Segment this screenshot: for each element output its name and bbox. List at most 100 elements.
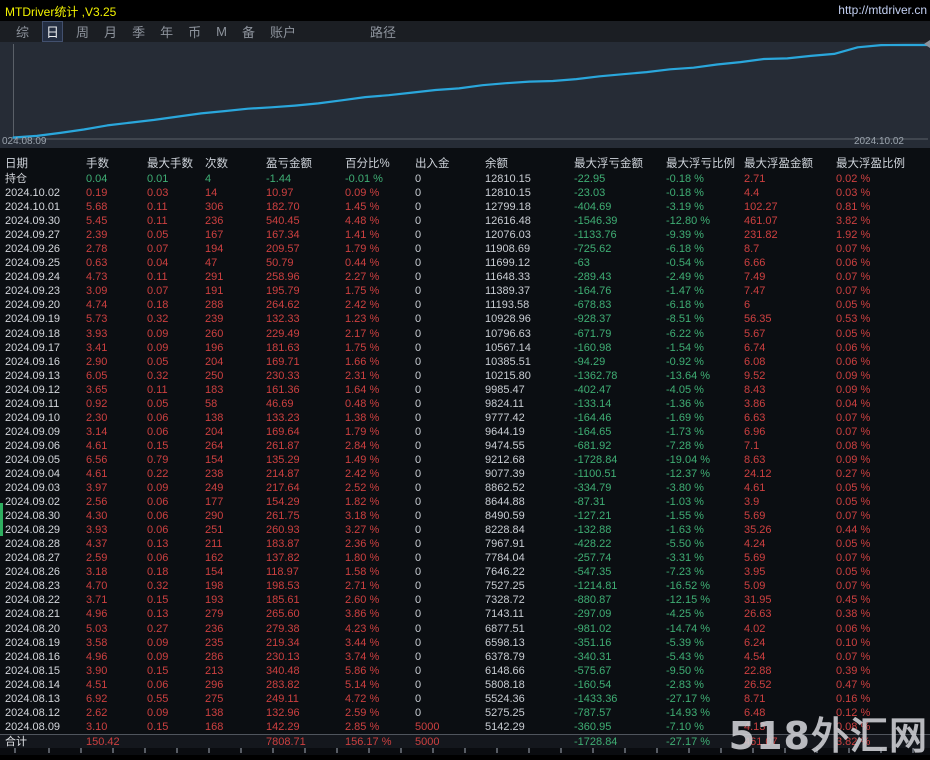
table-row[interactable]: 2024.09.10 2.30 0.06 138 133.23 1.38 % 0 9777.4… — [0, 411, 930, 425]
cell: 4.23 % — [345, 622, 380, 635]
table-row[interactable]: 2024.09.06 4.61 0.15 264 261.87 2.84 % 0 9474.5… — [0, 439, 930, 453]
cell: -6.22 % — [666, 327, 704, 340]
table-row[interactable]: 2024.09.03 3.97 0.09 249 217.64 2.52 % 0 8862.5… — [0, 481, 930, 495]
col-header-balance[interactable]: 余额 — [485, 156, 574, 172]
table-row[interactable]: 2024.09.13 6.05 0.32 250 230.33 2.31 % 0 10215.… — [0, 369, 930, 383]
table-row[interactable]: 2024.10.01 5.68 0.11 306 182.70 1.45 % 0 12799.… — [0, 200, 930, 214]
table-row[interactable]: 2024.09.20 4.74 0.18 288 264.62 2.42 % 0 11193.… — [0, 298, 930, 312]
cell: 306 — [205, 201, 224, 214]
table-row[interactable]: 2024.09.12 3.65 0.11 183 161.36 1.64 % 0 9985.4… — [0, 383, 930, 397]
cell: 2024.08.20 — [5, 622, 61, 635]
menu-item-monthly[interactable]: 月 — [102, 22, 119, 41]
cell: -22.95 — [574, 173, 606, 185]
cell: 4.54 — [744, 650, 766, 663]
table-row[interactable]: 2024.08.28 4.37 0.13 211 183.87 2.36 % 0 7967.9… — [0, 537, 930, 551]
table-row[interactable]: 2024.08.19 3.58 0.09 235 219.34 3.44 % 0 6598.1… — [0, 636, 930, 650]
col-header-trades[interactable]: 次数 — [205, 156, 266, 172]
cell: 229.49 — [266, 327, 300, 340]
cell: 0.39 % — [836, 664, 871, 677]
table-row[interactable]: 2024.08.16 4.96 0.09 286 230.13 3.74 % 0 6378.7… — [0, 650, 930, 664]
cell: 138 — [205, 411, 224, 424]
menu-item-path[interactable]: 路径 — [368, 22, 398, 41]
cell: -5.39 % — [666, 636, 704, 649]
cell: 182.70 — [266, 201, 300, 214]
col-header-date[interactable]: 日期 — [5, 156, 86, 172]
table-row[interactable]: 2024.09.18 3.93 0.09 260 229.49 2.17 % 0 10796.… — [0, 327, 930, 341]
table-row[interactable]: 2024.09.16 2.90 0.05 204 169.71 1.66 % 0 10385.… — [0, 355, 930, 369]
scroll-arrow-icon[interactable] — [924, 40, 930, 48]
table-row[interactable]: 2024.09.05 6.56 0.79 154 135.29 1.49 % 0 9212.6… — [0, 453, 930, 467]
cell: 1.75 % — [345, 341, 380, 354]
table-row[interactable]: 2024.09.17 3.41 0.09 196 181.63 1.75 % 0 10567.… — [0, 341, 930, 355]
menu-item-summary[interactable]: 综 — [14, 22, 31, 41]
table-row[interactable]: 2024.08.23 4.70 0.32 198 198.53 2.71 % 0 7527.2… — [0, 579, 930, 593]
col-header-lots[interactable]: 手数 — [86, 156, 147, 172]
website-link[interactable]: http://mtdriver.cn — [838, 3, 927, 17]
menu-item-yearly[interactable]: 年 — [158, 22, 175, 41]
cell: -575.67 — [574, 664, 612, 677]
table-row[interactable]: 2024.09.26 2.78 0.07 194 209.57 1.79 % 0 11908.… — [0, 242, 930, 256]
col-header-max-float-profit-pct[interactable]: 最大浮盈比例 — [836, 156, 930, 172]
cell: 2024.09.10 — [5, 411, 61, 424]
table-row[interactable]: 2024.08.14 4.51 0.06 296 283.82 5.14 % 0 5808.1… — [0, 678, 930, 692]
menu-item-m[interactable]: M — [214, 24, 229, 39]
table-row[interactable]: 2024.08.15 3.90 0.15 213 340.48 5.86 % 0 6148.6… — [0, 664, 930, 678]
table-row[interactable]: 2024.08.26 3.18 0.18 154 118.97 1.58 % 0 7646.2… — [0, 565, 930, 579]
cell: 9212.68 — [485, 453, 525, 466]
cell: 10.97 — [266, 187, 294, 200]
cell: -27.17 % — [666, 692, 711, 705]
menu-item-currency[interactable]: 币 — [186, 22, 203, 41]
table-row[interactable]: 2024.08.21 4.96 0.13 279 265.60 3.86 % 0 7143.1… — [0, 607, 930, 621]
cell: 8.63 — [744, 453, 766, 466]
cell: 0.09 — [147, 482, 169, 495]
menu-item-weekly[interactable]: 周 — [74, 22, 91, 41]
table-row[interactable]: 2024.08.27 2.59 0.06 162 137.82 1.80 % 0 7784.0… — [0, 551, 930, 565]
col-header-percent[interactable]: 百分比% — [345, 156, 415, 172]
table-row[interactable]: 2024.08.22 3.71 0.15 193 185.61 2.60 % 0 7328.7… — [0, 593, 930, 607]
cell: 5000 — [415, 735, 440, 748]
col-header-max-float-loss-pct[interactable]: 最大浮亏比例 — [666, 156, 744, 172]
cell: -402.47 — [574, 383, 612, 396]
cell: 181.63 — [266, 341, 300, 354]
cell: 142.29 — [266, 720, 300, 733]
table-row[interactable]: 2024.09.09 3.14 0.06 204 169.64 1.79 % 0 9644.1… — [0, 425, 930, 439]
cell: 3.71 — [86, 594, 108, 607]
cell: 169.71 — [266, 355, 300, 368]
menu-item-account[interactable]: 账户 — [268, 22, 298, 41]
table-row[interactable]: 2024.08.29 3.93 0.06 251 260.93 3.27 % 0 8228.8… — [0, 523, 930, 537]
table-row[interactable]: 2024.09.19 5.73 0.32 239 132.33 1.23 % 0 10928.… — [0, 312, 930, 326]
table-row[interactable]: 2024.09.02 2.56 0.06 177 154.29 1.82 % 0 8644.8… — [0, 495, 930, 509]
cell: 5.69 — [744, 510, 766, 523]
menu-item-backup[interactable]: 备 — [240, 22, 257, 41]
table-row[interactable]: 2024.09.30 5.45 0.11 236 540.45 4.48 % 0 12616.… — [0, 214, 930, 228]
cell: 7808.71 — [266, 735, 306, 748]
table-row[interactable]: 2024.08.30 4.30 0.06 290 261.75 3.18 % 0 8490.5… — [0, 509, 930, 523]
table-row[interactable]: 2024.08.20 5.03 0.27 236 279.38 4.23 % 0 6877.5… — [0, 622, 930, 636]
menu-item-daily[interactable]: 日 — [42, 21, 64, 42]
col-header-max-float-loss[interactable]: 最大浮亏金额 — [574, 156, 666, 172]
cell: 3.82 % — [836, 215, 871, 228]
menu-item-quarterly[interactable]: 季 — [130, 22, 147, 41]
table-row[interactable]: 2024.09.24 4.73 0.11 291 258.96 2.27 % 0 11648.… — [0, 270, 930, 284]
cell: 0.06 — [147, 678, 169, 691]
table-row[interactable]: 2024.08.13 6.92 0.55 275 249.11 4.72 % 0 5524.3… — [0, 692, 930, 706]
col-header-deposit[interactable]: 出入金 — [415, 156, 485, 172]
table-row[interactable]: 2024.09.27 2.39 0.05 167 167.34 1.41 % 0 12076.… — [0, 228, 930, 242]
cell: 7784.04 — [485, 552, 525, 565]
table-row[interactable]: 2024.09.04 4.61 0.22 238 214.87 2.42 % 0 9077.3… — [0, 467, 930, 481]
col-header-pnl[interactable]: 盈亏金额 — [266, 156, 345, 172]
cell: 0.01 — [147, 173, 169, 185]
cell: 9077.39 — [485, 467, 525, 480]
table-row[interactable]: 持仓 0.04 0.01 4 -1.44 -0.01 % 0 12810.15 -22.95 -0… — [0, 172, 930, 186]
col-header-max-float-profit[interactable]: 最大浮盈金额 — [744, 156, 836, 172]
cell: 5.14 % — [345, 678, 380, 691]
cell: -127.21 — [574, 510, 612, 523]
col-header-max-lots[interactable]: 最大手数 — [147, 156, 205, 172]
table-row[interactable]: 2024.10.02 0.19 0.03 14 10.97 0.09 % 0 12810.15… — [0, 186, 930, 200]
table-row[interactable]: 2024.09.25 0.63 0.04 47 50.79 0.44 % 0 11699.12… — [0, 256, 930, 270]
table-row[interactable]: 2024.09.23 3.09 0.07 191 195.79 1.75 % 0 11389.… — [0, 284, 930, 298]
cell: 2024.09.13 — [5, 369, 61, 382]
cell: 0.11 — [147, 215, 168, 228]
table-row[interactable]: 2024.09.11 0.92 0.05 58 46.69 0.48 % 0 9824.11 -… — [0, 397, 930, 411]
cell: 24.12 — [744, 467, 772, 480]
